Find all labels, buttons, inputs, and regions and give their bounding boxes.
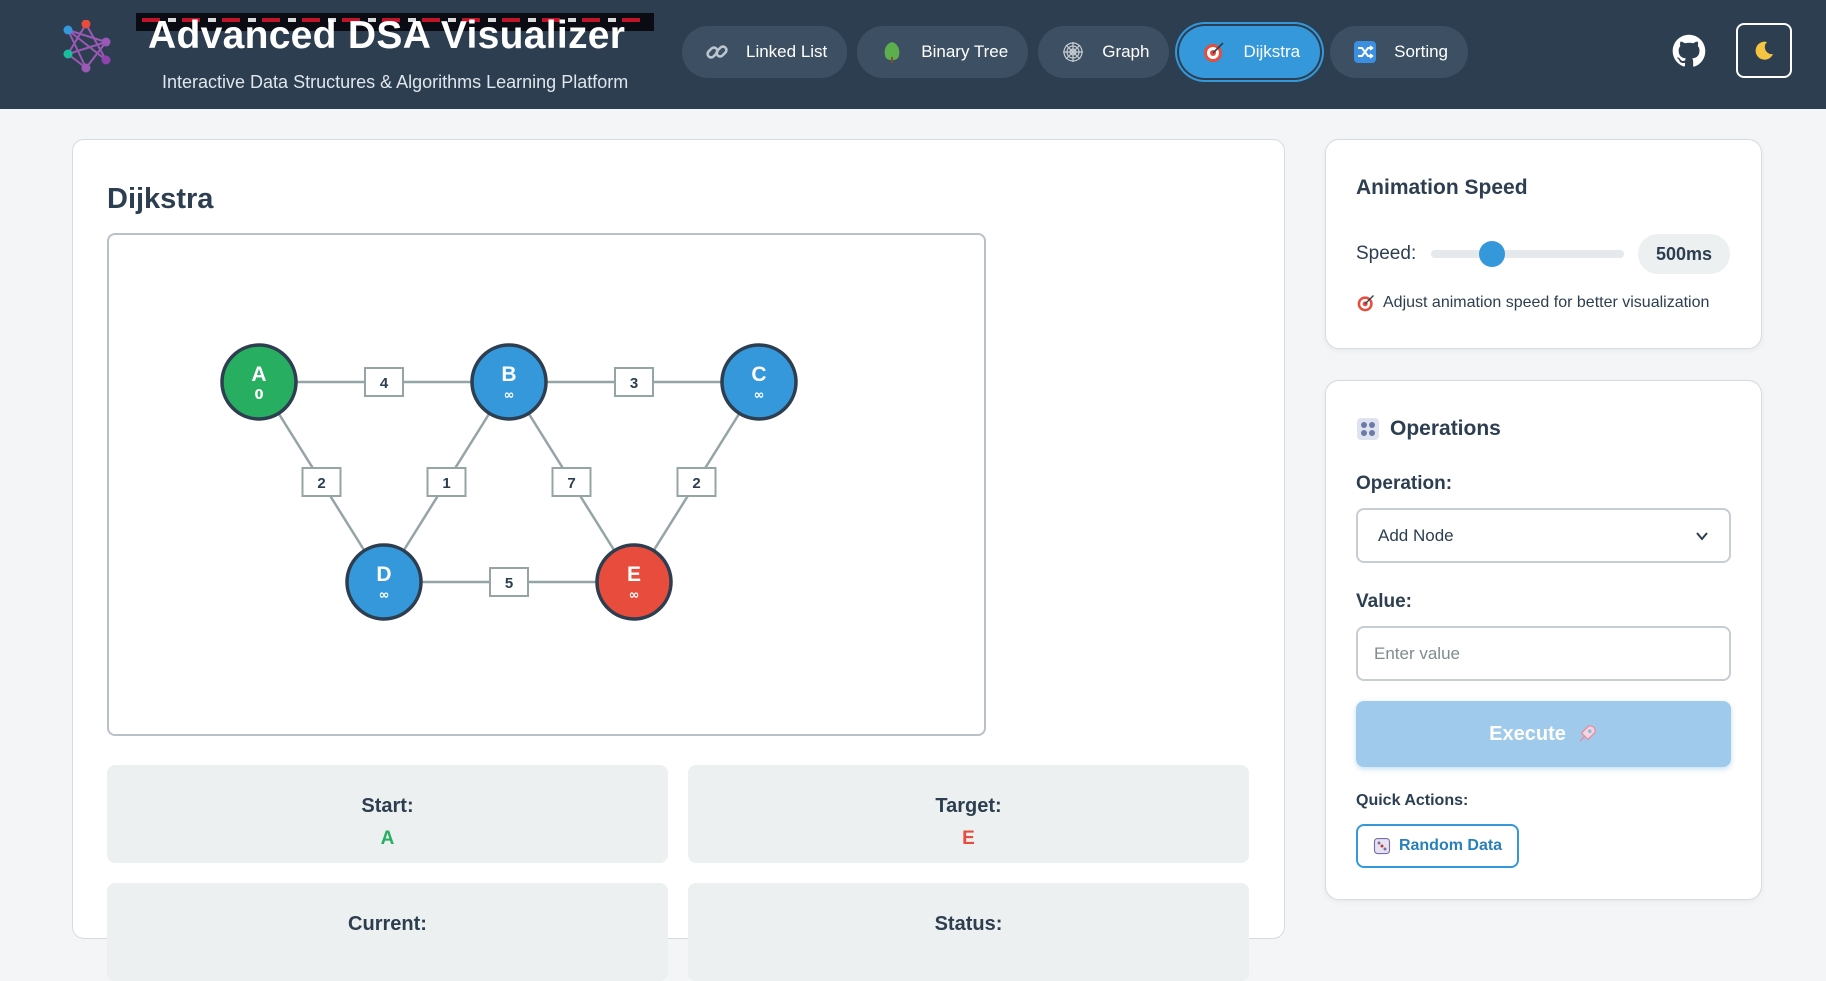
animation-speed-card: Animation Speed Speed: 500ms Adjust anim…	[1325, 139, 1762, 349]
page-title: Dijkstra	[107, 183, 214, 215]
operation-selected-value: Add Node	[1378, 525, 1454, 545]
speed-label: Speed:	[1356, 243, 1417, 264]
edge-weight-label: 1	[442, 475, 450, 492]
link-icon	[704, 39, 730, 65]
operations-header: Operations	[1356, 417, 1501, 441]
start-label: Start:	[361, 795, 414, 817]
current-label: Current:	[348, 913, 427, 935]
operations-title: Operations	[1390, 417, 1501, 440]
node-label: D	[376, 563, 391, 586]
dice-icon	[1373, 837, 1390, 855]
execute-button[interactable]: Execute	[1356, 701, 1731, 767]
node-distance: ∞	[754, 388, 765, 403]
value-input[interactable]: Enter value	[1356, 626, 1731, 681]
nav-linked-list[interactable]: Linked List	[682, 26, 848, 78]
nav-label: Sorting	[1394, 42, 1449, 61]
target-label: Target:	[935, 795, 1002, 817]
theme-toggle-button[interactable]	[1736, 23, 1792, 78]
graph-node-B[interactable]: B∞	[470, 343, 548, 421]
target-icon	[1357, 295, 1374, 312]
random-data-button[interactable]: Random Data	[1356, 824, 1519, 868]
speed-slider[interactable]	[1431, 241, 1624, 267]
speed-value-badge: 500ms	[1638, 234, 1730, 274]
app-subtitle: Interactive Data Structures & Algorithms…	[162, 72, 629, 92]
target-icon	[1201, 39, 1227, 65]
node-distance: ∞	[629, 588, 640, 603]
operation-label: Operation:	[1356, 473, 1453, 494]
graph-node-A[interactable]: A0	[220, 343, 298, 421]
node-label: E	[627, 563, 641, 586]
execute-label: Execute	[1489, 722, 1566, 745]
node-distance: ∞	[504, 388, 515, 403]
visualization-panel: Dijkstra 4 3 2 1 7 2 5 A 0 B ∞ C ∞ D ∞ E ∞ Start: A Targ…	[72, 139, 1285, 981]
nav-label: Graph	[1102, 42, 1150, 61]
node-label: B	[501, 363, 516, 386]
speed-card-title: Animation Speed	[1356, 176, 1528, 199]
nav-label: Binary Tree	[921, 42, 1009, 61]
graph-canvas[interactable]: 4 3 2 1 7 2 5 A 0 B ∞ C ∞ D ∞ E ∞	[107, 233, 986, 736]
nav-sorting[interactable]: Sorting	[1330, 26, 1469, 78]
app-header: Advanced DSA Visualizer Interactive Data…	[0, 0, 1826, 109]
operation-select[interactable]: Add Node	[1356, 508, 1731, 563]
speed-hint-text: Adjust animation speed for better visual…	[1383, 294, 1710, 311]
main-nav: Linked List Binary Tree Graph Dijkstra S…	[682, 26, 1469, 78]
target-value: E	[962, 828, 975, 849]
tree-icon	[879, 39, 905, 65]
node-distance: ∞	[379, 588, 390, 603]
nav-label: Dijkstra	[1243, 42, 1301, 61]
edge-weight-label: 3	[630, 375, 638, 392]
speed-slider-thumb[interactable]	[1479, 241, 1506, 267]
web-icon	[1060, 39, 1086, 65]
node-label: C	[751, 363, 766, 386]
nav-dijkstra[interactable]: Dijkstra	[1179, 26, 1321, 78]
node-distance: 0	[254, 388, 263, 403]
status-label: Status:	[934, 913, 1003, 935]
nav-graph[interactable]: Graph	[1038, 26, 1170, 78]
shuffle-icon	[1352, 39, 1378, 65]
nav-label: Linked List	[746, 42, 828, 61]
current-info-box: Current:	[107, 883, 668, 981]
start-info-box: Start: A	[107, 765, 668, 863]
edge-weight-label: 2	[317, 475, 325, 492]
operations-card: Operations Operation: Add Node Value: En…	[1325, 380, 1762, 900]
moon-icon	[1755, 41, 1773, 60]
node-label: A	[251, 363, 266, 386]
edge-weight-label: 4	[380, 375, 389, 392]
github-icon[interactable]	[1672, 34, 1706, 68]
random-data-label: Random Data	[1398, 837, 1503, 854]
speed-hint: Adjust animation speed for better visual…	[1356, 293, 1709, 313]
status-info-box: Status:	[688, 883, 1249, 981]
graph-svg: 4 32 1 7 25A0B∞C∞D∞E∞	[220, 343, 798, 621]
start-value: A	[380, 828, 395, 849]
graph-node-E[interactable]: E∞	[595, 543, 673, 621]
quick-actions-label: Quick Actions:	[1356, 792, 1469, 809]
rocket-icon	[1579, 725, 1596, 742]
edge-weight-label: 2	[692, 475, 700, 492]
control-knobs-icon	[1357, 418, 1379, 440]
speed-row: Speed: 500ms	[1356, 234, 1730, 274]
target-info-box: Target: E	[688, 765, 1249, 863]
edge-weight-label: 7	[567, 475, 575, 492]
value-label: Value:	[1356, 591, 1412, 612]
graph-node-D[interactable]: D∞	[345, 543, 423, 621]
edge-weight-label: 5	[505, 575, 513, 592]
network-logo-icon	[63, 20, 111, 73]
app-title: Advanced DSA Visualizer	[148, 14, 626, 57]
graph-node-C[interactable]: C∞	[720, 343, 798, 421]
chevron-down-icon	[1696, 531, 1708, 541]
nav-binary-tree[interactable]: Binary Tree	[857, 26, 1029, 78]
